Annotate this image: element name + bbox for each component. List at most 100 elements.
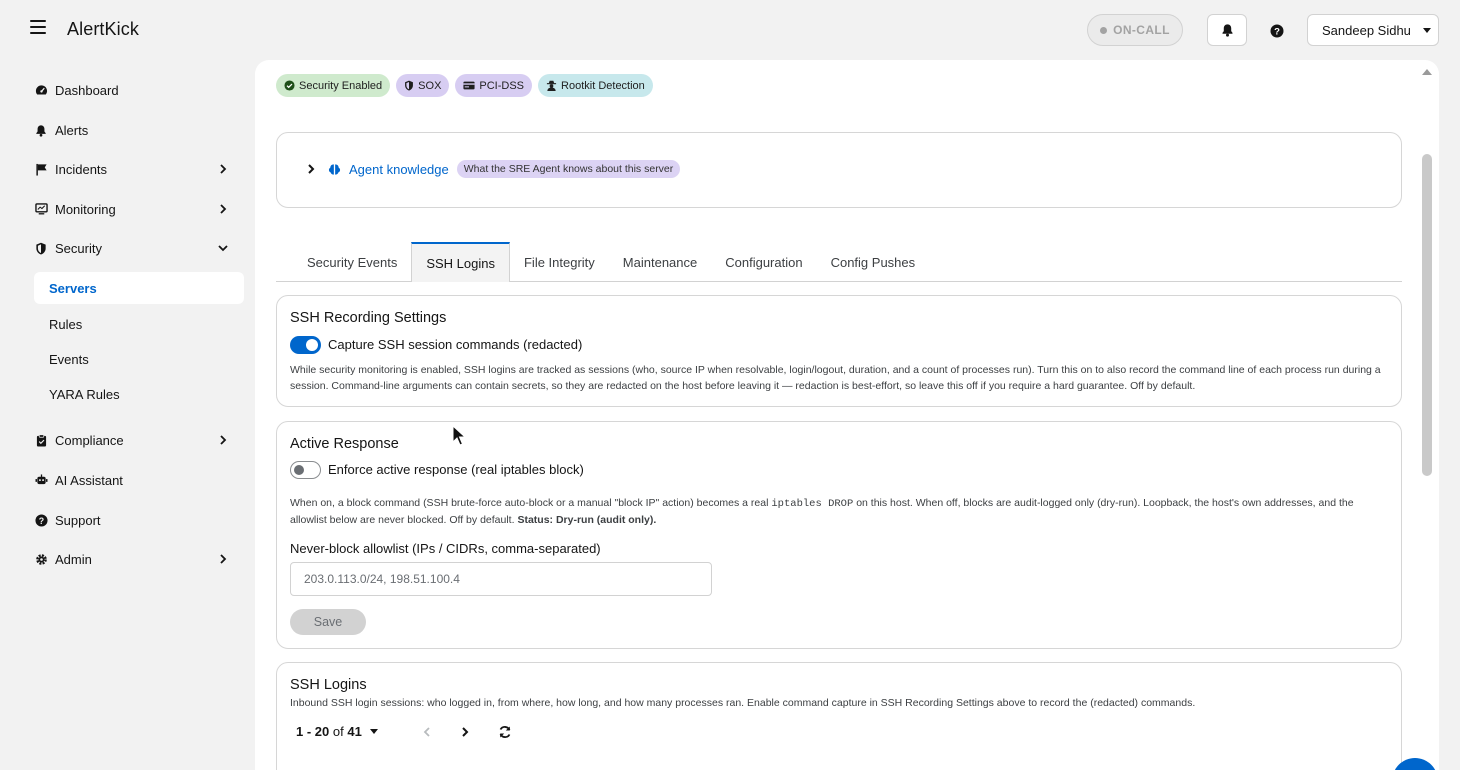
tab-security-events[interactable]: Security Events — [293, 242, 411, 282]
sidebar-item-label: Admin — [55, 551, 92, 567]
total-count: 41 — [347, 724, 362, 739]
badge-pci-dss: PCI-DSS — [455, 74, 533, 97]
sidebar-item-alerts[interactable]: Alerts — [34, 118, 234, 142]
tab-config-pushes[interactable]: Config Pushes — [817, 242, 930, 282]
bell-icon — [1221, 24, 1233, 37]
sidebar-item-ai-assistant[interactable]: AI Assistant — [34, 468, 234, 492]
sidebar-item-incidents[interactable]: Incidents — [34, 157, 234, 181]
active-response-description: When on, a block command (SSH brute-forc… — [290, 495, 1370, 528]
pagination: 1 - 20 of 41 — [296, 724, 512, 739]
chevron-right-icon — [220, 554, 227, 564]
sidebar-subitem-yara-rules[interactable]: YARA Rules — [34, 378, 244, 410]
of-label: of — [332, 724, 344, 739]
sidebar-item-monitoring[interactable]: Monitoring — [34, 197, 234, 221]
desc-code: iptables DROP — [771, 498, 854, 510]
svg-text:?: ? — [1274, 27, 1280, 38]
credit-card-icon — [463, 81, 475, 90]
caret-down-icon — [369, 729, 378, 734]
user-menu-button[interactable]: Sandeep Sidhu — [1307, 14, 1439, 46]
sidebar-item-label: Dashboard — [55, 82, 119, 98]
sidebar-item-label: Alerts — [55, 122, 89, 138]
tab-ssh-logins[interactable]: SSH Logins — [411, 242, 510, 282]
tab-configuration[interactable]: Configuration — [711, 242, 816, 282]
sidebar-item-security[interactable]: Security — [34, 236, 234, 260]
sidebar-item-compliance[interactable]: Compliance — [34, 428, 234, 452]
ssh-logins-title: SSH Logins — [290, 677, 367, 693]
chevron-right-icon — [220, 164, 227, 174]
agent-knowledge-row[interactable]: Agent knowledge What the SRE Agent knows… — [306, 160, 681, 178]
desc-text: When on, a block command (SSH brute-forc… — [290, 497, 772, 509]
scroll-up-arrow-icon[interactable] — [1422, 69, 1432, 75]
tab-maintenance[interactable]: Maintenance — [609, 242, 711, 282]
shield-icon — [34, 241, 48, 255]
badge-label: Rootkit Detection — [561, 79, 645, 92]
sidebar-subitem-rules[interactable]: Rules — [34, 308, 244, 340]
flag-icon — [34, 162, 48, 176]
chevron-right-icon[interactable] — [306, 163, 316, 175]
brand-name: AlertKick — [67, 19, 139, 39]
sidebar-item-admin[interactable]: Admin — [34, 547, 234, 571]
toggle-knob — [306, 339, 318, 351]
chevron-down-icon — [218, 245, 228, 252]
oncall-label: ON-CALL — [1113, 23, 1170, 37]
user-secret-icon — [546, 80, 557, 91]
capture-commands-toggle[interactable] — [290, 336, 321, 354]
tab-bar: Security Events SSH Logins File Integrit… — [293, 242, 929, 282]
sidebar-item-label: Incidents — [55, 161, 108, 177]
ssh-logins-card — [276, 662, 1402, 770]
brain-icon — [328, 163, 341, 175]
active-response-label: Enforce active response (real iptables b… — [328, 462, 584, 477]
save-button[interactable]: Save — [290, 609, 366, 635]
tab-file-integrity[interactable]: File Integrity — [510, 242, 609, 282]
svg-text:?: ? — [38, 515, 43, 525]
agent-knowledge-tag: What the SRE Agent knows about this serv… — [456, 160, 681, 178]
capture-commands-label: Capture SSH session commands (redacted) — [328, 337, 583, 352]
sidebar-item-label: Security — [55, 240, 102, 256]
sidebar-subitem-events[interactable]: Events — [34, 343, 244, 375]
server-badges: Security Enabled SOX PCI-DSS Rootkit Det… — [276, 74, 653, 97]
sidebar-item-label: AI Assistant — [55, 472, 123, 488]
clipboard-icon — [34, 433, 48, 447]
status-text: Status: Dry-run (audit only). — [517, 514, 657, 526]
shield-icon — [405, 80, 414, 91]
check-circle-icon — [284, 80, 295, 91]
allowlist-input[interactable]: 203.0.113.0/24, 198.51.100.4 — [290, 562, 712, 596]
user-name: Sandeep Sidhu — [1322, 22, 1411, 38]
sidebar-item-support[interactable]: ? Support — [34, 508, 234, 532]
help-button[interactable]: ? — [1266, 20, 1288, 42]
active-response-card — [276, 421, 1402, 649]
ssh-recording-description: While security monitoring is enabled, SS… — [290, 364, 1381, 392]
active-response-toggle[interactable] — [290, 461, 321, 479]
badge-label: SOX — [418, 79, 442, 92]
agent-knowledge-link[interactable]: Agent knowledge — [349, 162, 449, 177]
ssh-logins-description: Inbound SSH login sessions: who logged i… — [290, 697, 1196, 709]
badge-security-enabled: Security Enabled — [276, 74, 391, 97]
oncall-toggle[interactable]: ON-CALL — [1087, 14, 1183, 46]
dashboard-icon — [34, 83, 48, 97]
allowlist-label: Never-block allowlist (IPs / CIDRs, comm… — [290, 541, 601, 556]
robot-icon — [34, 473, 48, 487]
page-range: 1 - 20 — [296, 724, 330, 739]
gear-icon — [34, 552, 48, 566]
sidebar-item-dashboard[interactable]: Dashboard — [34, 78, 234, 102]
caret-down-icon — [1422, 27, 1431, 33]
scrollbar-thumb[interactable] — [1422, 154, 1432, 476]
bell-icon — [34, 123, 48, 137]
badge-sox: SOX — [396, 74, 450, 97]
top-header: AlertKick ON-CALL ? Sandeep Sidhu — [0, 0, 1460, 60]
sidebar-item-label: Monitoring — [55, 201, 116, 217]
sidebar-item-label: Support — [55, 512, 101, 528]
status-dot-icon — [1100, 26, 1108, 34]
hamburger-menu-icon[interactable] — [30, 20, 46, 36]
notifications-button[interactable] — [1207, 14, 1247, 46]
badge-label: Security Enabled — [299, 79, 383, 92]
chevron-left-icon[interactable] — [422, 726, 432, 738]
sidebar-subitem-servers[interactable]: Servers — [34, 272, 244, 304]
help-circle-icon: ? — [34, 513, 48, 527]
per-page-dropdown[interactable]: 1 - 20 of 41 — [296, 724, 378, 739]
chevron-right-icon[interactable] — [460, 726, 470, 738]
mouse-cursor-icon — [452, 425, 467, 446]
refresh-icon[interactable] — [498, 725, 512, 739]
active-response-title: Active Response — [290, 436, 399, 452]
badge-rootkit-detection: Rootkit Detection — [538, 74, 653, 97]
